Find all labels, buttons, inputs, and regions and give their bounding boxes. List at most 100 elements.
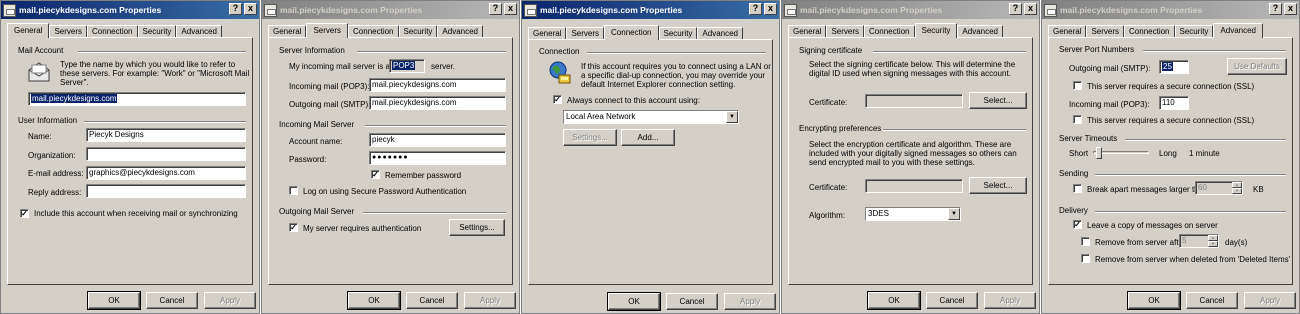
organization-field[interactable] bbox=[86, 147, 246, 161]
close-button[interactable]: x bbox=[504, 3, 517, 15]
outgoing-settings-button[interactable]: Settings... bbox=[449, 219, 505, 236]
break-apart-size-value: 60 bbox=[1198, 183, 1207, 192]
help-button[interactable]: ? bbox=[229, 3, 242, 15]
timeout-slider-thumb[interactable] bbox=[1095, 147, 1102, 159]
apply-button[interactable]: Apply bbox=[464, 292, 516, 309]
reply-field[interactable] bbox=[86, 184, 246, 198]
add-connection-button[interactable]: Add... bbox=[621, 129, 675, 146]
incoming-server-type-suffix: server. bbox=[431, 62, 456, 71]
remove-after-days-field[interactable]: 5 ▲ ▼ bbox=[1179, 234, 1219, 248]
leave-copy-checkbox[interactable]: ✓ bbox=[1073, 220, 1082, 229]
pop3-label: Incoming mail (POP3): bbox=[289, 82, 370, 91]
break-apart-checkbox[interactable] bbox=[1073, 184, 1082, 193]
tab-servers[interactable]: Servers bbox=[306, 23, 349, 38]
password-field[interactable]: ●●●●●●● bbox=[369, 151, 506, 165]
ok-button[interactable]: OK bbox=[607, 292, 661, 311]
pop3-server-field[interactable]: mail.piecykdesigns.com bbox=[369, 78, 506, 92]
title-bar[interactable]: mail.piecykdesigns.com Properties ? x bbox=[782, 1, 1039, 19]
email-field[interactable]: graphics@piecykdesigns.com bbox=[86, 166, 246, 180]
spa-checkbox[interactable] bbox=[289, 186, 298, 195]
title-bar[interactable]: mail.piecykdesigns.com Properties ? x bbox=[262, 1, 519, 19]
account-name-field[interactable]: piecyk bbox=[369, 133, 506, 147]
close-button[interactable]: x bbox=[244, 3, 257, 15]
close-button[interactable]: x bbox=[1284, 3, 1297, 15]
timeout-short-label: Short bbox=[1069, 149, 1089, 158]
name-field[interactable]: Piecyk Designs bbox=[86, 128, 246, 142]
tab-general[interactable]: General bbox=[7, 23, 50, 38]
ok-button[interactable]: OK bbox=[867, 291, 921, 310]
signing-description: Select the signing certificate below. Th… bbox=[809, 60, 1016, 78]
tab-strip: General Servers Connection Security Adva… bbox=[788, 23, 1004, 38]
chevron-down-icon[interactable]: ▼ bbox=[726, 111, 738, 123]
window-title: mail.piecykdesigns.com Properties bbox=[280, 5, 423, 15]
pop3-ssl-checkbox[interactable] bbox=[1073, 115, 1082, 124]
remove-deleted-checkbox[interactable] bbox=[1081, 254, 1090, 263]
apply-button[interactable]: Apply bbox=[984, 292, 1036, 309]
cancel-button[interactable]: Cancel bbox=[406, 292, 458, 309]
encrypting-select-button[interactable]: Select... bbox=[969, 177, 1027, 194]
mail-account-icon bbox=[524, 3, 537, 17]
close-button[interactable]: x bbox=[764, 3, 777, 15]
title-bar[interactable]: mail.piecykdesigns.com Properties ? x bbox=[1042, 1, 1299, 19]
spa-label: Log on using Secure Password Authenticat… bbox=[303, 187, 467, 196]
account-name-field[interactable]: mail.piecykdesigns.com bbox=[28, 92, 246, 106]
group-title-signing: Signing certificate bbox=[799, 46, 863, 55]
ok-button[interactable]: OK bbox=[87, 291, 141, 310]
group-title-delivery: Delivery bbox=[1059, 206, 1088, 215]
properties-dialog-connection: mail.piecykdesigns.com Properties ? x Ge… bbox=[521, 0, 780, 314]
smtp-ssl-checkbox[interactable] bbox=[1073, 81, 1082, 90]
smtp-server-field[interactable]: mail.piecykdesigns.com bbox=[369, 96, 506, 110]
apply-button[interactable]: Apply bbox=[724, 293, 776, 310]
remember-password-checkbox[interactable]: ✓ bbox=[371, 170, 380, 179]
remove-after-days-value: 5 bbox=[1182, 236, 1187, 245]
cancel-button[interactable]: Cancel bbox=[1186, 292, 1238, 309]
help-button[interactable]: ? bbox=[489, 3, 502, 15]
title-bar[interactable]: mail.piecykdesigns.com Properties ? x bbox=[1, 1, 259, 19]
tab-panel: Connection If this account requires you … bbox=[528, 39, 773, 285]
remove-after-checkbox[interactable] bbox=[1081, 237, 1090, 246]
tab-strip: General Servers Connection Security Adva… bbox=[7, 23, 223, 38]
help-button[interactable]: ? bbox=[749, 3, 762, 15]
chevron-down-icon[interactable]: ▼ bbox=[948, 208, 960, 220]
tab-security[interactable]: Security bbox=[914, 23, 958, 38]
tab-connection[interactable]: Connection bbox=[604, 25, 659, 40]
organization-label: Organization: bbox=[28, 151, 76, 160]
days-spinner[interactable]: ▲ ▼ bbox=[1208, 235, 1218, 247]
connection-settings-button[interactable]: Settings... bbox=[563, 129, 617, 146]
apply-button[interactable]: Apply bbox=[1244, 292, 1296, 309]
cancel-button[interactable]: Cancel bbox=[926, 292, 978, 309]
divider bbox=[84, 121, 246, 123]
days-label: day(s) bbox=[1225, 238, 1248, 247]
remove-after-label: Remove from server after bbox=[1095, 238, 1186, 247]
properties-dialog-advanced: mail.piecykdesigns.com Properties ? x Ge… bbox=[1041, 0, 1300, 314]
pop3-port-field[interactable]: 110 bbox=[1159, 96, 1189, 110]
divider bbox=[1095, 174, 1286, 176]
tab-strip: General Servers Connection Security Adva… bbox=[268, 23, 484, 38]
ok-button[interactable]: OK bbox=[1127, 291, 1181, 310]
smtp-port-value: 25 bbox=[1162, 62, 1173, 71]
cancel-button[interactable]: Cancel bbox=[146, 292, 198, 309]
include-sync-checkbox[interactable]: ✓ bbox=[20, 209, 29, 218]
title-bar[interactable]: mail.piecykdesigns.com Properties ? x bbox=[522, 1, 779, 19]
incoming-server-type-value: POP3 bbox=[392, 61, 416, 70]
always-connect-checkbox[interactable]: ✓ bbox=[553, 95, 562, 104]
cancel-button[interactable]: Cancel bbox=[666, 293, 718, 310]
help-button[interactable]: ? bbox=[1009, 3, 1022, 15]
smtp-port-field[interactable]: 25 bbox=[1159, 60, 1189, 74]
group-title-connection: Connection bbox=[539, 47, 580, 56]
apply-button[interactable]: Apply bbox=[204, 292, 256, 309]
incoming-server-type-prefix: My incoming mail server is a bbox=[289, 62, 390, 71]
auth-checkbox[interactable]: ✓ bbox=[289, 223, 298, 232]
connection-select[interactable]: Local Area Network ▼ bbox=[563, 110, 739, 124]
signing-select-button[interactable]: Select... bbox=[969, 92, 1027, 109]
tab-advanced[interactable]: Advanced bbox=[1213, 23, 1264, 38]
ok-button[interactable]: OK bbox=[347, 291, 401, 310]
window-title: mail.piecykdesigns.com Properties bbox=[540, 5, 683, 15]
size-spinner[interactable]: ▲ ▼ bbox=[1232, 182, 1242, 194]
close-button[interactable]: x bbox=[1024, 3, 1037, 15]
break-apart-size-field[interactable]: 60 ▲ ▼ bbox=[1195, 181, 1243, 195]
use-defaults-button[interactable]: Use Defaults bbox=[1227, 58, 1287, 75]
help-button[interactable]: ? bbox=[1269, 3, 1282, 15]
algorithm-select[interactable]: 3DES ▼ bbox=[865, 207, 961, 221]
divider bbox=[1143, 50, 1286, 52]
